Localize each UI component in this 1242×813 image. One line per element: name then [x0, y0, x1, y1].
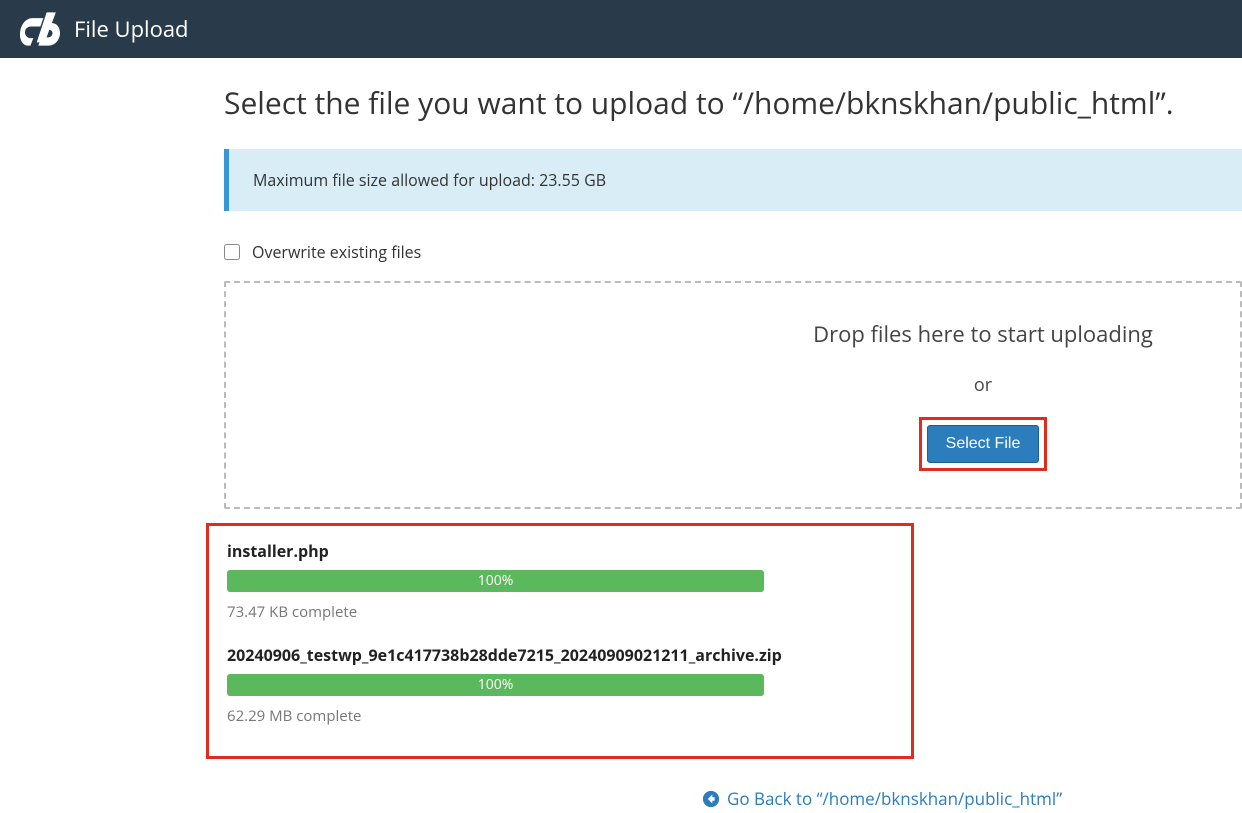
goback-row: Go Back to “/home/bknskhan/public_html” [702, 787, 1242, 813]
upload-status: 73.47 KB complete [227, 602, 893, 622]
upload-item: 20240906_testwp_9e1c417738b28dde7215_202… [227, 644, 893, 726]
app-header: File Upload [0, 0, 1242, 58]
select-file-highlight: Select File [919, 417, 1048, 471]
upload-status: 62.29 MB complete [227, 706, 893, 726]
dropzone-text: Drop files here to start uploading [746, 319, 1220, 349]
page-heading: Select the file you want to upload to “/… [224, 82, 1242, 123]
goback-link[interactable]: Go Back to “/home/bknskhan/public_html” [702, 787, 1062, 810]
upload-filename: 20240906_testwp_9e1c417738b28dde7215_202… [227, 644, 893, 666]
header-title: File Upload [74, 14, 189, 44]
dropzone-or: or [746, 373, 1220, 397]
goback-text: Go Back to “/home/bknskhan/public_html” [727, 787, 1062, 810]
overwrite-row: Overwrite existing files [224, 241, 1242, 263]
overwrite-label: Overwrite existing files [252, 241, 421, 263]
overwrite-checkbox[interactable] [224, 244, 240, 260]
uploads-highlight-box: installer.php 100% 73.47 KB complete 202… [206, 523, 914, 759]
upload-dropzone[interactable]: Drop files here to start uploading or Se… [224, 281, 1242, 509]
arrow-circle-left-icon [702, 790, 720, 808]
upload-item: installer.php 100% 73.47 KB complete [227, 540, 893, 622]
upload-filename: installer.php [227, 540, 893, 562]
select-file-button[interactable]: Select File [927, 425, 1040, 463]
main-content: Select the file you want to upload to “/… [0, 82, 1242, 813]
upload-progress-bar: 100% [227, 674, 764, 696]
max-filesize-info: Maximum file size allowed for upload: 23… [224, 149, 1242, 211]
upload-progress-bar: 100% [227, 570, 764, 592]
cpanel-logo-icon [20, 11, 60, 47]
